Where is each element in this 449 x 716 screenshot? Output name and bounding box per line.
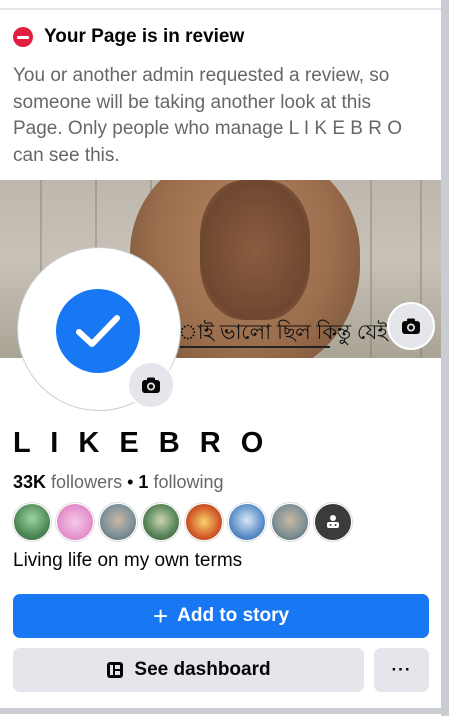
ellipsis-icon: ··· [391,660,412,679]
edit-cover-camera-button[interactable] [387,302,435,350]
checkmark-icon [56,289,140,373]
see-dashboard-label: See dashboard [134,659,271,680]
more-options-button[interactable]: ··· [374,648,429,692]
follower-avatar[interactable] [185,503,223,541]
review-title: Your Page is in review [44,26,245,47]
review-message: You or another admin requested a review,… [13,65,403,166]
follower-avatar[interactable] [142,503,180,541]
cover-text-underline [180,346,330,352]
following-label[interactable]: following [153,472,223,492]
dashboard-icon [107,662,124,678]
follower-avatar[interactable] [13,503,51,541]
follower-avatar[interactable] [99,503,137,541]
bio-text: Living life on my own terms [13,550,243,571]
add-to-story-label: Add to story [177,605,290,626]
cover-illustration-detail [200,180,310,320]
add-to-story-button[interactable]: + Add to story [13,594,429,638]
top-divider [0,8,441,10]
follower-avatar[interactable] [271,503,309,541]
review-header: Your Page is in review [13,26,244,48]
review-banner: Your Page is in review You or another ad… [0,12,441,180]
followers-label[interactable]: followers [51,472,122,492]
no-entry-icon [13,27,33,47]
follower-avatar[interactable] [56,503,94,541]
camera-icon [402,318,420,334]
follower-avatar[interactable] [228,503,266,541]
more-icon [327,515,339,528]
see-dashboard-button[interactable]: See dashboard [13,648,364,692]
more-followers-avatar[interactable] [314,503,352,541]
follower-avatars [13,503,357,542]
stats-separator: • [127,472,134,492]
camera-icon [142,377,160,393]
following-count[interactable]: 1 [138,472,148,492]
edit-profile-picture-camera-button[interactable] [127,361,175,409]
plus-icon: + [152,601,169,631]
follow-stats: 33K followers • 1 following [13,472,224,493]
followers-count[interactable]: 33K [13,472,46,492]
page-name: L I K E B R O [13,427,270,459]
bottom-divider [0,708,441,714]
scrollbar-track[interactable] [441,0,449,716]
